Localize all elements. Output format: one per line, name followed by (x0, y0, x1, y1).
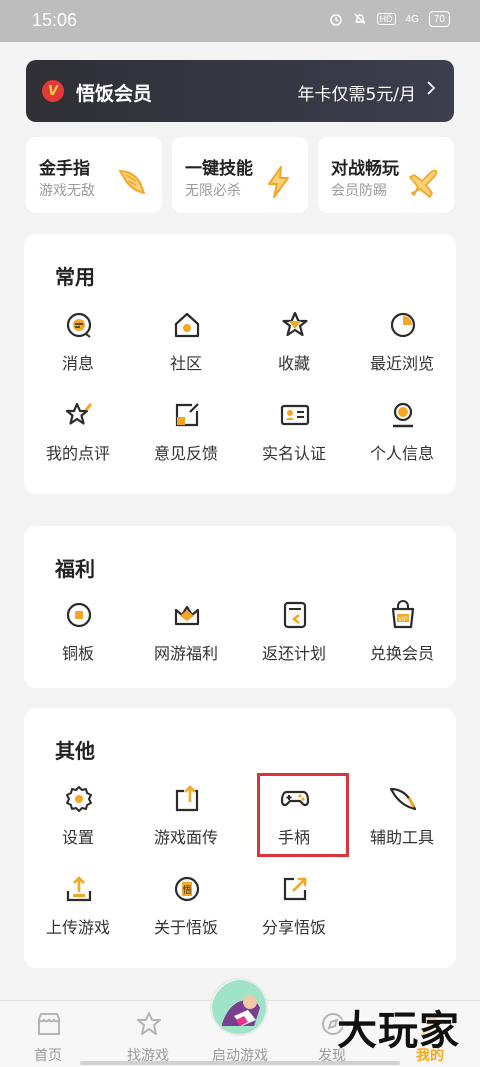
crown-icon (174, 605, 200, 626)
grid-item-label: 返还计划 (261, 644, 326, 663)
watermark-logo: 大玩家 (337, 1008, 460, 1054)
chevron-right-icon (426, 79, 436, 102)
grid-item-game-transfer[interactable]: 游戏面传 (132, 784, 240, 864)
grid-item-share[interactable]: 分享悟饭 (240, 874, 348, 954)
vip-bag-icon: VIP (391, 600, 415, 629)
user-icon (393, 402, 413, 428)
grid-item-recent[interactable]: 最近浏览 (348, 310, 456, 390)
svg-text:悟: 悟 (182, 884, 191, 896)
grid-item-label: 网游福利 (153, 644, 218, 663)
section-common: 常用 消息 社区 收藏 最近浏览 我的点评 意见反馈 实名认证 个人信息 (24, 234, 456, 494)
gear-icon (66, 786, 92, 812)
about-icon: 悟 (174, 876, 200, 902)
grid-item-upload-game[interactable]: 上传游戏 (24, 874, 132, 954)
grid-item-label: 实名认证 (261, 444, 326, 463)
grid-item-verification[interactable]: 实名认证 (240, 400, 348, 480)
review-star-icon (65, 402, 93, 425)
feature-title: 金手指 (39, 159, 90, 179)
grid-item-label: 个人信息 (369, 444, 434, 463)
feature-card-cheat[interactable]: 金手指 游戏无敌 (26, 137, 162, 213)
grid-item-settings[interactable]: 设置 (24, 784, 132, 864)
signal-icon: 4G (405, 13, 419, 25)
clock-icon (390, 312, 416, 338)
upload-box-icon (175, 785, 199, 812)
mute-bell-icon (353, 12, 367, 26)
alarm-icon (329, 12, 343, 26)
feature-subtitle: 会员防踢 (331, 183, 387, 199)
grid-item-refund-plan[interactable]: 返还计划 (240, 600, 348, 680)
feature-card-battle[interactable]: 对战畅玩 会员防踢 (318, 137, 454, 213)
grid-item-online-welfare[interactable]: 网游福利 (132, 600, 240, 680)
grid-item-label: 意见反馈 (153, 444, 218, 463)
vip-badge-icon: V (42, 80, 64, 102)
feature-title: 一键技能 (185, 159, 253, 179)
grid-item-label: 兑换会员 (369, 644, 434, 663)
grid-item-profile-info[interactable]: 个人信息 (348, 400, 456, 480)
feedback-icon (175, 403, 199, 427)
grid-item-label: 我的点评 (45, 444, 110, 463)
plane-icon (409, 169, 438, 198)
share-icon (283, 877, 307, 901)
status-time: 15:06 (32, 10, 78, 30)
star-outline-icon (137, 1012, 161, 1035)
grid-item-label: 收藏 (277, 354, 310, 373)
grid-item-message[interactable]: 消息 (24, 310, 132, 390)
home-indicator (80, 1061, 400, 1065)
grid-item-label: 消息 (61, 354, 94, 373)
grid-item-label: 社区 (169, 354, 202, 373)
grid-item-label: 最近浏览 (369, 354, 434, 373)
feature-title: 对战畅玩 (331, 159, 399, 179)
section-title: 福利 (55, 557, 95, 581)
status-bar: 15:06 HD 4G 70 (0, 0, 480, 42)
grid-item-about[interactable]: 悟 关于悟饭 (132, 874, 240, 954)
grid-item-community[interactable]: 社区 (132, 310, 240, 390)
refund-icon (283, 601, 307, 629)
tab-home[interactable]: 首页 (0, 1001, 96, 1067)
battery-icon: 70 (428, 11, 450, 27)
grid-item-label: 铜板 (61, 644, 94, 663)
wing-icon (119, 170, 145, 194)
grid-item-assist-tools[interactable]: 辅助工具 (348, 784, 456, 864)
grid-item-label: 设置 (61, 828, 94, 847)
section-welfare: 福利 铜板 网游福利 返还计划 VIP 兑换会员 (24, 526, 456, 688)
upload-icon (66, 876, 92, 902)
tab-find-games[interactable]: 找游戏 (100, 1001, 196, 1067)
grid-item-redeem-vip[interactable]: VIP 兑换会员 (348, 600, 456, 680)
grid-item-label: 关于悟饭 (153, 918, 218, 937)
feature-card-skill[interactable]: 一键技能 无限必杀 (172, 137, 308, 213)
section-other: 其他 设置 游戏面传 手柄 辅助工具 上传游戏 悟 关于悟饭 分享悟饭 (24, 708, 456, 968)
coin-icon (66, 602, 92, 628)
grid-item-label: 分享悟饭 (261, 918, 326, 937)
vip-promo: 年卡仅需5元/月 (297, 85, 416, 105)
grid-item-label: 上传游戏 (45, 918, 110, 937)
feature-subtitle: 游戏无敌 (39, 183, 95, 199)
vip-banner[interactable]: V 悟饭会员 年卡仅需5元/月 (26, 60, 454, 122)
shop-icon (38, 1013, 60, 1035)
grid-item-coins[interactable]: 铜板 (24, 600, 132, 680)
section-title: 其他 (55, 739, 95, 763)
grid-item-feedback[interactable]: 意见反馈 (132, 400, 240, 480)
wing-tool-icon (389, 787, 417, 811)
highlight-box (257, 773, 349, 857)
svg-text:VIP: VIP (398, 617, 408, 623)
star-icon (282, 311, 308, 337)
message-icon (66, 312, 92, 338)
lightning-icon (268, 166, 289, 198)
feature-subtitle: 无限必杀 (185, 183, 241, 199)
hd-icon: HD (376, 13, 396, 25)
grid-item-reviews[interactable]: 我的点评 (24, 400, 132, 480)
section-title: 常用 (55, 265, 95, 289)
vip-title: 悟饭会员 (76, 83, 153, 105)
grid-item-label: 辅助工具 (369, 828, 434, 847)
status-icons: HD 4G 70 (329, 11, 450, 27)
home-icon (174, 312, 200, 338)
launch-game-button[interactable] (210, 978, 268, 1036)
id-card-icon (280, 404, 310, 426)
grid-item-label: 游戏面传 (153, 828, 218, 847)
grid-item-favorites[interactable]: 收藏 (240, 310, 348, 390)
